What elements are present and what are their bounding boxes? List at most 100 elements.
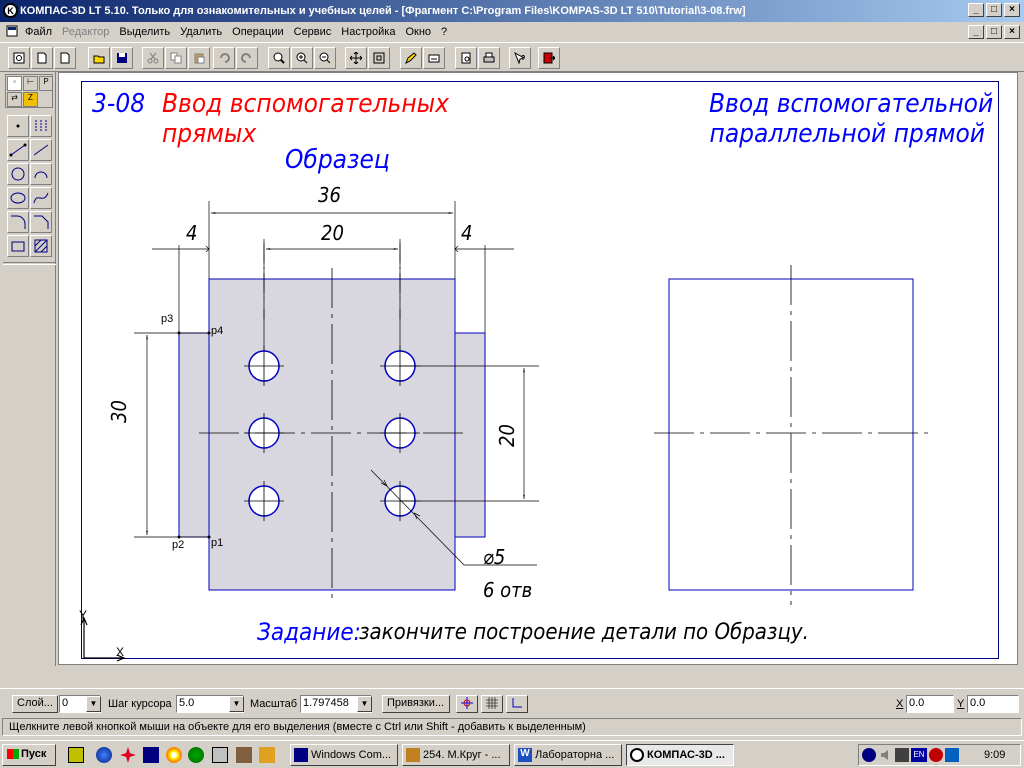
hatch-icon[interactable] (30, 235, 52, 257)
task-label-kompas: КОМПАС-3D ... (647, 749, 725, 761)
step-dropdown-icon[interactable]: ▼ (229, 696, 244, 712)
tray-clock[interactable]: 9:09 (984, 749, 1005, 761)
layer-dropdown-icon[interactable]: ▼ (86, 696, 101, 712)
doc-restore-button[interactable]: □ (986, 25, 1002, 39)
menu-operations[interactable]: Операции (227, 26, 288, 38)
dim-30-label: 30 (107, 400, 131, 423)
tray-monitor-icon[interactable] (895, 748, 909, 762)
cut-icon[interactable] (142, 47, 164, 69)
vertical-scrollbar[interactable] (1018, 72, 1024, 665)
heading-red: Ввод вспомогательных (162, 89, 449, 119)
task-windows-commander[interactable]: Windows Com... (290, 744, 398, 766)
quicklaunch-ie-icon[interactable] (96, 747, 112, 763)
zoom-out-icon[interactable] (314, 47, 336, 69)
tray-volume-icon[interactable] (879, 748, 893, 762)
parameters-tab-icon[interactable]: P (39, 76, 53, 91)
quicklaunch-save-icon[interactable] (143, 747, 159, 763)
quicklaunch-desktop-icon[interactable] (68, 747, 84, 763)
zoom-window-icon[interactable] (268, 47, 290, 69)
save-icon[interactable] (111, 47, 133, 69)
toolbar-tabs: ◦ ⊢ P ⇄ Z (5, 74, 53, 108)
dim-4-right-label: 4 (461, 221, 473, 245)
layer-button[interactable]: Слой... (12, 695, 58, 713)
tray-app-icon[interactable] (945, 748, 959, 762)
paste-icon[interactable] (188, 47, 210, 69)
restore-button[interactable]: □ (986, 3, 1002, 17)
menu-window[interactable]: Окно (400, 26, 436, 38)
tray-network-icon[interactable] (862, 748, 876, 762)
measure-tab-icon[interactable]: Z (23, 92, 38, 107)
start-button[interactable]: Пуск (2, 744, 56, 766)
exit-icon[interactable] (538, 47, 560, 69)
task-mkrug[interactable]: 254. М.Круг - ... (402, 744, 510, 766)
geometry-tab-icon[interactable]: ◦ (7, 76, 22, 91)
print-icon[interactable] (478, 47, 500, 69)
close-button[interactable]: × (1004, 3, 1020, 17)
document-icon[interactable] (0, 25, 20, 40)
zoom-all-icon[interactable] (368, 47, 390, 69)
layer-value: 0 (62, 697, 69, 709)
quicklaunch-star-icon[interactable] (120, 747, 136, 763)
drawing-canvas[interactable]: 3-08 Ввод вспомогательных прямых Образец… (58, 72, 1018, 665)
snaps-button[interactable]: Привязки... (382, 695, 450, 713)
point-label-p2: p2 (172, 539, 185, 551)
quicklaunch-folder-icon[interactable] (259, 747, 275, 763)
new-fragment-icon[interactable] (8, 47, 30, 69)
quicklaunch-media-icon[interactable] (166, 747, 182, 763)
parameters-bar: Слой... 0 ▼ Шаг курсора 5.0 ▼ Масштаб 1.… (0, 688, 1024, 718)
parallel-segment-icon[interactable] (30, 139, 52, 161)
undo-icon[interactable] (213, 47, 235, 69)
menu-select[interactable]: Выделить (114, 26, 175, 38)
snap-mode-icon[interactable] (456, 695, 478, 713)
fillet-icon[interactable] (7, 211, 29, 233)
pan-icon[interactable] (345, 47, 367, 69)
open-icon[interactable] (88, 47, 110, 69)
grid-icon[interactable] (481, 695, 503, 713)
quicklaunch-app-icon[interactable] (236, 747, 252, 763)
spline-icon[interactable] (30, 187, 52, 209)
menu-delete[interactable]: Удалить (175, 26, 227, 38)
new-document-icon[interactable] (31, 47, 53, 69)
menu-help[interactable]: ? (436, 26, 452, 38)
doc-close-button[interactable]: × (1004, 25, 1020, 39)
menu-editor[interactable]: Редактор (57, 26, 114, 38)
new-sheet-icon[interactable] (54, 47, 76, 69)
y-coord-field[interactable]: 0.0 (967, 695, 1019, 713)
quicklaunch-player-icon[interactable] (188, 747, 204, 763)
tray-language-icon[interactable]: EN (911, 748, 927, 762)
help-icon[interactable]: ? (509, 47, 531, 69)
toolbar-divider (3, 262, 56, 265)
task-kompas[interactable]: КОМПАС-3D ... (626, 744, 734, 766)
segment-icon[interactable] (7, 139, 29, 161)
point-label-p3: p3 (161, 313, 174, 325)
menu-settings[interactable]: Настройка (336, 26, 400, 38)
windows-taskbar: Пуск Windows Com... 254. М.Круг - ... WЛ… (0, 740, 1024, 768)
print-preview-icon[interactable] (455, 47, 477, 69)
aux-line-icon[interactable] (30, 115, 52, 137)
circle-icon[interactable] (7, 163, 29, 185)
rectangle-icon[interactable] (7, 235, 29, 257)
redo-icon[interactable] (236, 47, 258, 69)
dimensions-tab-icon[interactable]: ⊢ (23, 76, 38, 91)
task-word-lab[interactable]: W Лабораторна ... (514, 744, 622, 766)
copy-icon[interactable] (165, 47, 187, 69)
properties-icon[interactable] (423, 47, 445, 69)
ortho-icon[interactable] (506, 695, 528, 713)
ellipse-icon[interactable] (7, 187, 29, 209)
arc-icon[interactable] (30, 163, 52, 185)
minimize-button[interactable]: _ (968, 3, 984, 17)
kompas-app-icon[interactable]: K (3, 3, 18, 18)
point-icon[interactable] (7, 115, 29, 137)
zoom-in-icon[interactable] (291, 47, 313, 69)
chamfer-icon[interactable] (30, 211, 52, 233)
x-coord-field[interactable]: 0.0 (906, 695, 954, 713)
quicklaunch-calc-icon[interactable] (212, 747, 228, 763)
edit-tab-icon[interactable]: ⇄ (7, 92, 22, 107)
tray-antivirus-icon[interactable] (929, 748, 943, 762)
doc-minimize-button[interactable]: _ (968, 25, 984, 39)
pencil-icon[interactable] (400, 47, 422, 69)
menu-service[interactable]: Сервис (289, 26, 337, 38)
task-label-wc: Windows Com... (311, 749, 392, 761)
menu-file[interactable]: Файл (20, 26, 57, 38)
scale-dropdown-icon[interactable]: ▼ (357, 696, 372, 712)
